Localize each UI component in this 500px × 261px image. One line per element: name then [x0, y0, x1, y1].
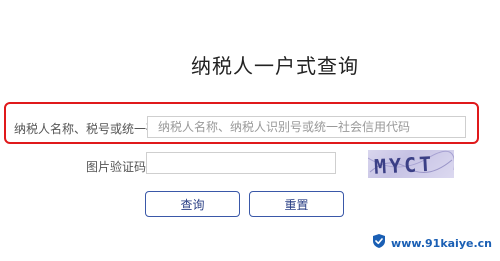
taxpayer-search-input[interactable] — [147, 116, 466, 138]
site-watermark: www.91kaiye.cn — [371, 233, 492, 253]
page-title: 纳税人一户式查询 — [191, 54, 359, 78]
reset-button[interactable]: 重置 — [249, 191, 344, 217]
watermark-text: www.91kaiye.cn — [391, 236, 492, 250]
query-button[interactable]: 查询 — [145, 191, 240, 217]
captcha-image[interactable]: MYCT — [368, 150, 454, 178]
shield-icon — [371, 233, 387, 253]
captcha-text: MYCT — [373, 152, 434, 178]
captcha-graphic: MYCT — [368, 150, 454, 178]
captcha-input[interactable] — [146, 152, 336, 174]
